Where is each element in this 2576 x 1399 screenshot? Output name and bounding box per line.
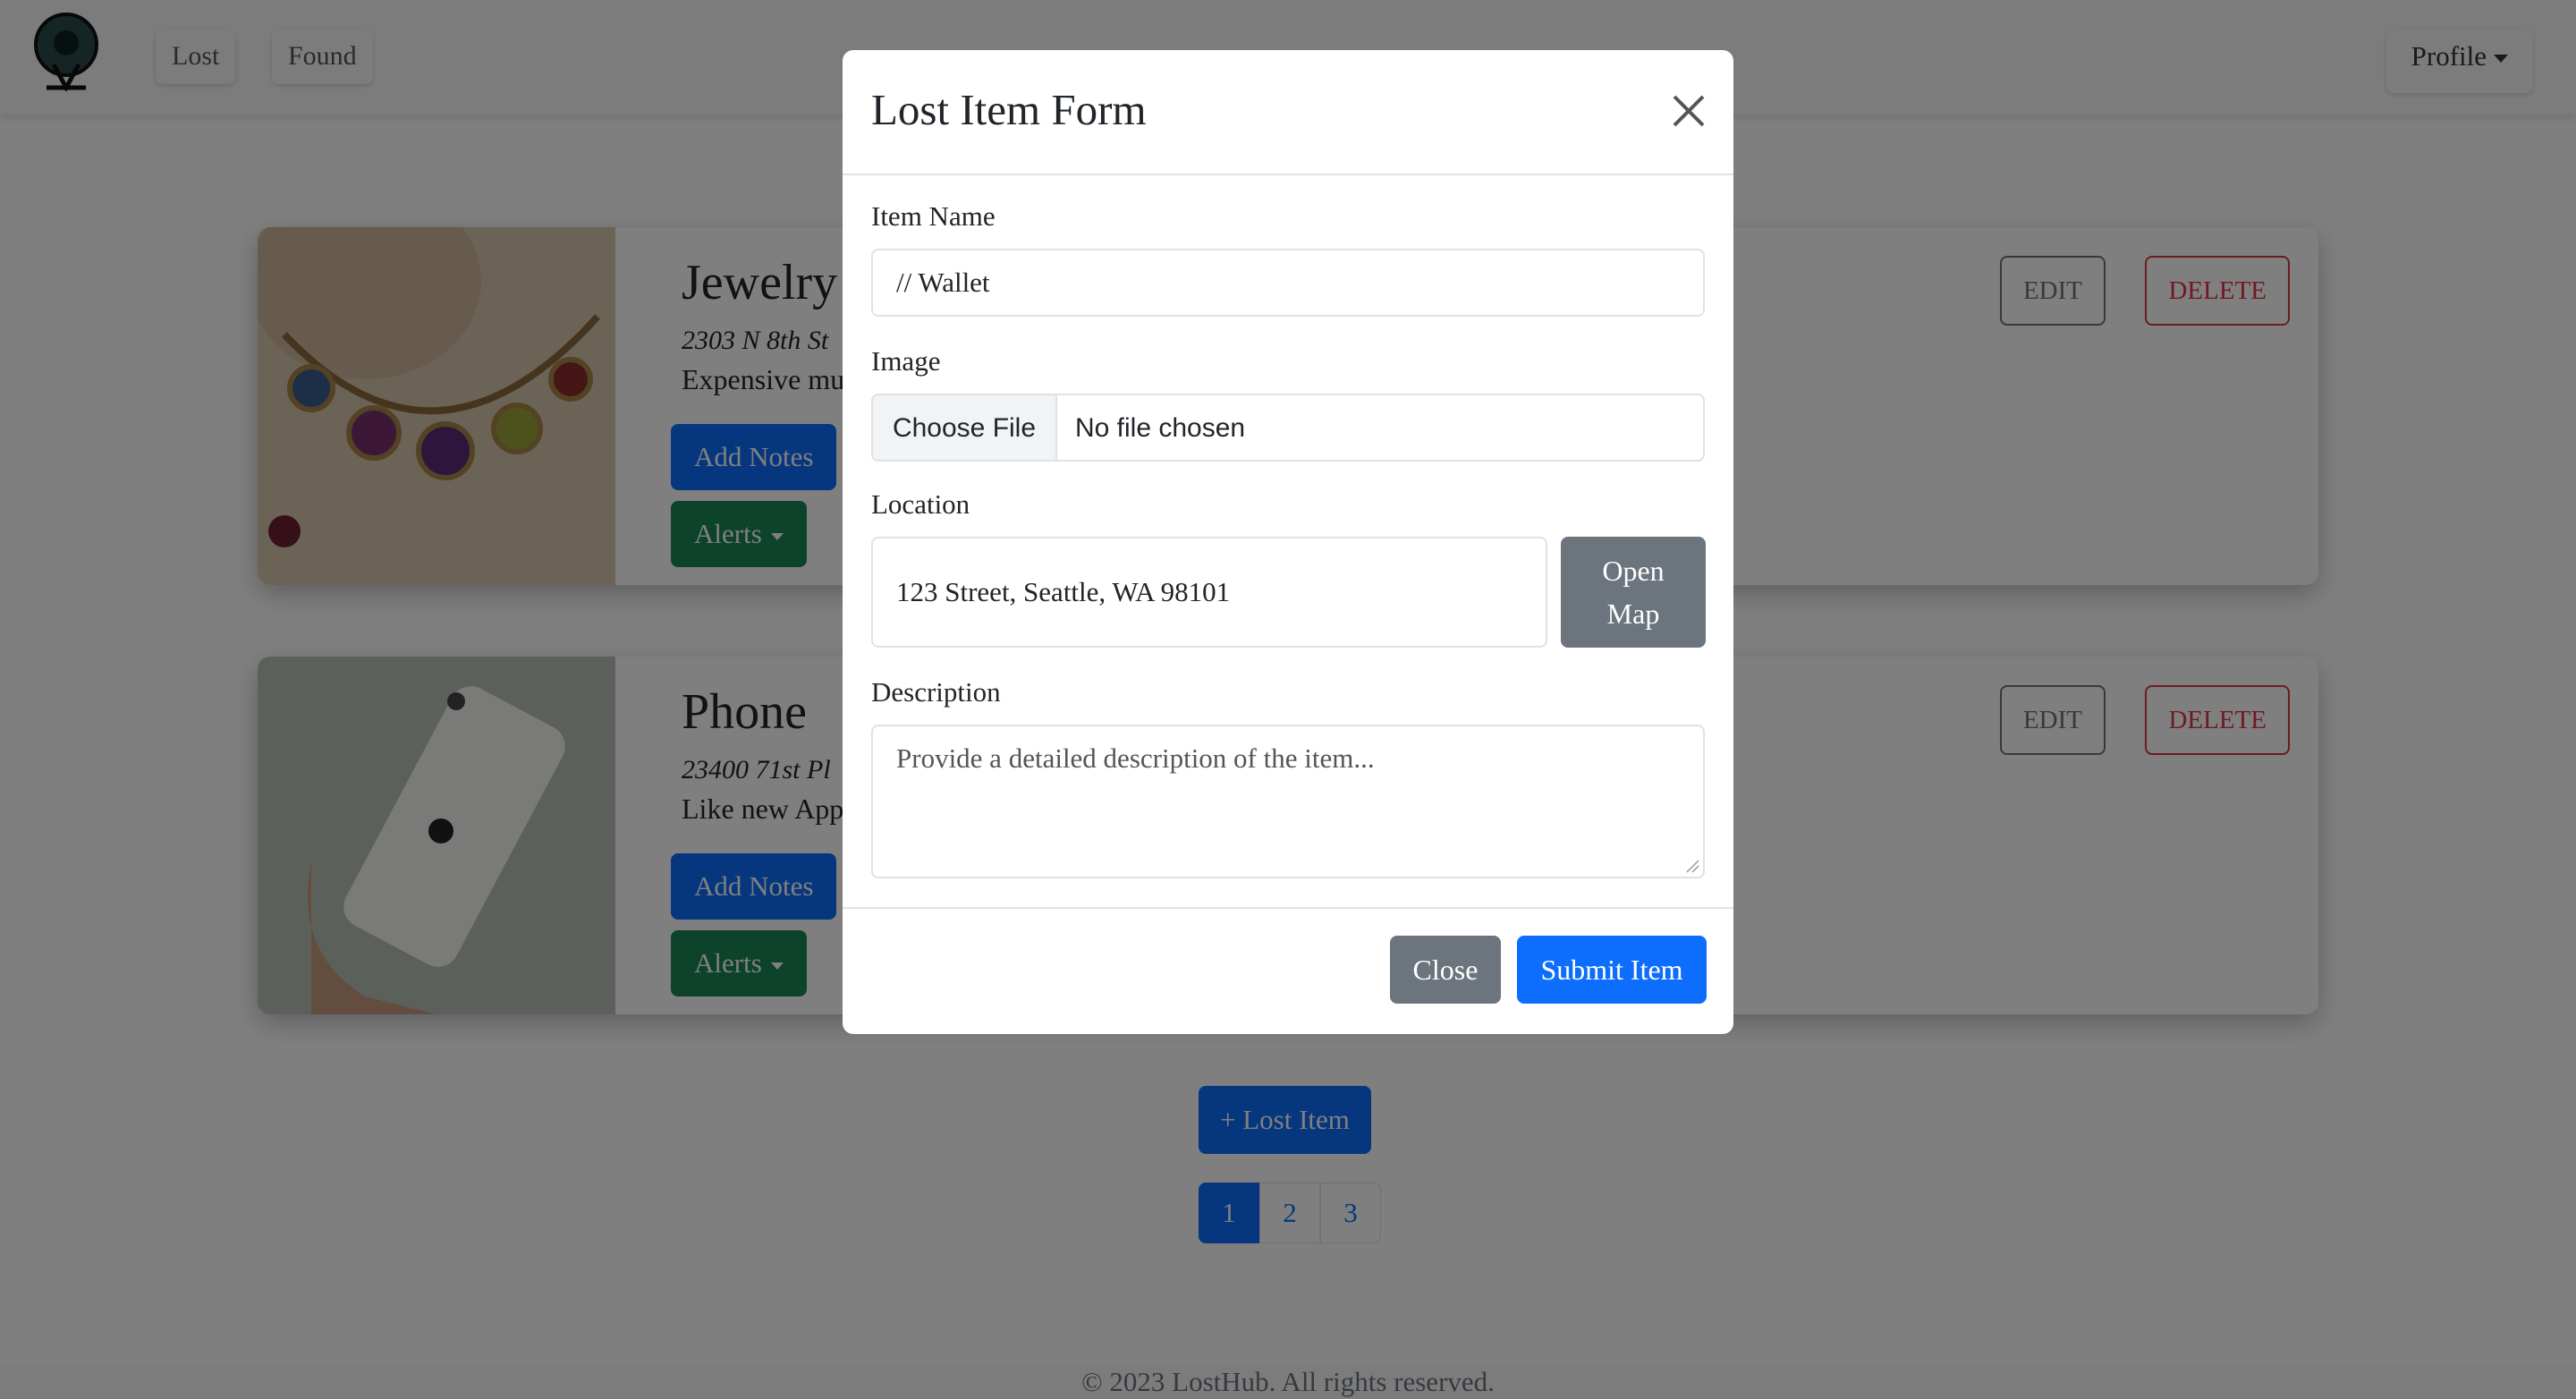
image-file-input[interactable]: Choose File No file chosen bbox=[871, 394, 1705, 462]
open-map-label-line2: Map bbox=[1606, 598, 1660, 630]
item-name-input[interactable]: // Wallet bbox=[871, 249, 1705, 317]
modal-header: Lost Item Form bbox=[843, 50, 1733, 175]
item-name-placeholder: // Wallet bbox=[896, 267, 990, 298]
item-name-label: Item Name bbox=[871, 200, 996, 232]
description-label: Description bbox=[871, 676, 1001, 708]
submit-item-button[interactable]: Submit Item bbox=[1517, 936, 1707, 1004]
close-icon[interactable] bbox=[1669, 91, 1708, 131]
location-label: Location bbox=[871, 488, 970, 520]
image-label: Image bbox=[871, 345, 941, 377]
location-placeholder: 123 Street, Seattle, WA 98101 bbox=[896, 576, 1231, 607]
description-textarea[interactable]: Provide a detailed description of the it… bbox=[871, 725, 1705, 878]
open-map-button[interactable]: Open Map bbox=[1561, 537, 1706, 648]
close-button[interactable]: Close bbox=[1390, 936, 1501, 1004]
file-status: No file chosen bbox=[1075, 413, 1246, 443]
description-placeholder: Provide a detailed description of the it… bbox=[896, 742, 1375, 774]
lost-item-modal: Lost Item Form Item Name // Wallet Image… bbox=[843, 50, 1733, 1034]
resize-handle-icon[interactable] bbox=[1685, 859, 1699, 873]
choose-file-button[interactable]: Choose File bbox=[873, 395, 1057, 460]
location-input[interactable]: 123 Street, Seattle, WA 98101 bbox=[871, 537, 1547, 648]
open-map-label-line1: Open bbox=[1602, 555, 1665, 587]
modal-title: Lost Item Form bbox=[871, 85, 1147, 134]
